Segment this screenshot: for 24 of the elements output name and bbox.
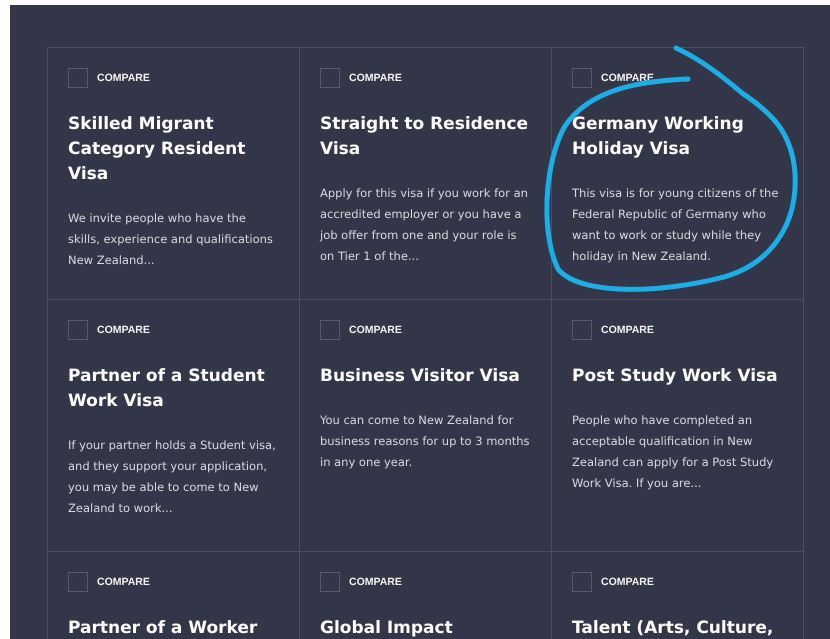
compare-checkbox[interactable]: COMPARE: [572, 68, 654, 88]
compare-checkbox[interactable]: COMPARE: [320, 68, 402, 88]
compare-checkbox[interactable]: COMPARE: [68, 68, 150, 88]
visa-description: This visa is for young citizens of the Federal Republic of Germany who want to work or study while they holiday in New Zealand.: [572, 185, 780, 265]
compare-checkbox[interactable]: COMPARE: [572, 320, 654, 340]
visa-description: We invite people who have the skills, experience and qualifications New Zealand...: [68, 210, 274, 269]
visa-description: If your partner holds a Student visa, and they support your application, you may be able to come to New Zealand to work...: [68, 437, 277, 517]
visa-title: Partner of a Student Work Visa: [68, 365, 266, 413]
visa-description: Apply for this visa if you work for an accredited employer or you have a job offer from one and your role is on Tier 1 of the...: [320, 185, 529, 265]
visa-title: Business Visitor Visa: [320, 365, 521, 388]
visa-title: Straight to Residence Visa: [320, 113, 530, 161]
visa-title: Skilled Migrant Category Resident Visa: [68, 113, 246, 186]
compare-checkbox[interactable]: COMPARE: [320, 320, 402, 340]
visa-description: You can come to New Zealand for business reasons for up to 3 months in any one year.: [320, 412, 531, 471]
visa-title: Global Impact: [320, 617, 454, 639]
compare-checkbox[interactable]: COMPARE: [572, 572, 654, 592]
visa-title: Partner of a Worker: [68, 617, 258, 639]
visa-title: Post Study Work Visa: [572, 365, 779, 388]
compare-checkbox[interactable]: COMPARE: [68, 320, 150, 340]
visa-title: Germany Working Holiday Visa: [572, 113, 745, 161]
visa-title: Talent (Arts, Culture,: [572, 617, 774, 639]
visa-description: People who have completed an acceptable qualification in New Zealand can apply for a Post Study Work Visa. If you are...: [572, 412, 774, 492]
compare-checkbox[interactable]: COMPARE: [320, 572, 402, 592]
compare-checkbox[interactable]: COMPARE: [68, 572, 150, 592]
